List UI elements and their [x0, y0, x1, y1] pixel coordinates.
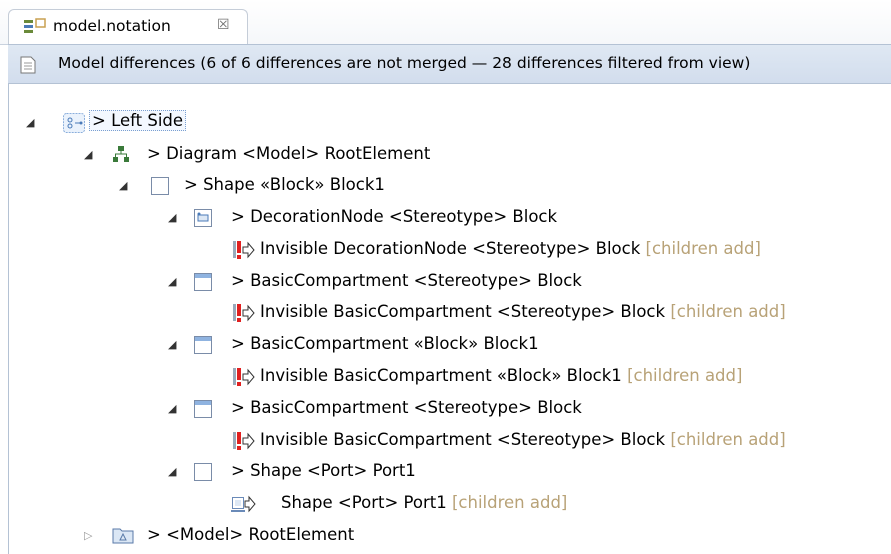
shape-icon — [150, 176, 170, 200]
tree-item-decoration-node[interactable]: ◢ > DecorationNode <Stereotype> Block — [9, 203, 891, 233]
close-icon[interactable]: ☒ — [217, 17, 230, 33]
tree-item-shape-port1[interactable]: ◢ > Shape <Port> Port1 — [9, 457, 891, 487]
tree-item-difference[interactable]: Invisible BasicCompartment <Stereotype> … — [9, 298, 891, 328]
tree-item-left-side[interactable]: ◢ > Left Side — [9, 108, 891, 138]
tree-item-difference[interactable]: Shape <Port> Port1 [children add] — [9, 489, 891, 519]
expand-toggle-icon[interactable]: ◢ — [119, 179, 127, 192]
tree-item-label: > Shape «Block» Block1 — [184, 175, 385, 194]
differences-tree[interactable]: ◢ > Left Side ◢ > Diagram <Model> RootEl… — [8, 84, 891, 554]
tree-item-model-root[interactable]: ▷ > <Model> RootElement — [9, 521, 891, 551]
tree-item-label: > BasicCompartment <Stereotype> Block — [231, 398, 582, 417]
editor-tab-bar: model.notation ☒ — [0, 0, 891, 45]
tree-item-label: > Left Side — [89, 110, 187, 131]
difference-kind: [children add] — [645, 239, 761, 258]
model-differences-header: Model differences (6 of 6 differences ar… — [8, 44, 891, 84]
conflict-add-icon — [233, 303, 255, 327]
expand-toggle-icon[interactable]: ◢ — [168, 402, 176, 415]
expand-toggle-icon[interactable]: ◢ — [168, 275, 176, 288]
difference-kind: [children add] — [627, 366, 743, 385]
tree-item-label: Invisible DecorationNode <Stereotype> Bl… — [260, 239, 761, 258]
expand-toggle-icon[interactable]: ◢ — [168, 338, 176, 351]
compartment-icon — [193, 272, 213, 296]
tree-item-basic-compartment[interactable]: ◢ > BasicCompartment «Block» Block1 — [9, 330, 891, 360]
tree-item-label: > BasicCompartment «Block» Block1 — [231, 334, 539, 353]
difference-kind: [children add] — [670, 302, 786, 321]
tree-item-label: Invisible BasicCompartment <Stereotype> … — [260, 302, 786, 321]
expand-toggle-icon[interactable]: ◢ — [168, 465, 176, 478]
conflict-add-icon — [233, 431, 255, 455]
shape-add-icon — [231, 494, 257, 518]
tree-item-difference[interactable]: Invisible DecorationNode <Stereotype> Bl… — [9, 235, 891, 265]
tree-item-label: Shape <Port> Port1 [children add] — [281, 493, 568, 512]
tree-item-label: > Shape <Port> Port1 — [231, 461, 416, 480]
conflict-add-icon — [233, 367, 255, 391]
difference-kind: [children add] — [451, 493, 568, 512]
tree-item-diagram[interactable]: ◢ > Diagram <Model> RootElement — [9, 140, 891, 170]
tab-model-notation[interactable]: model.notation ☒ — [8, 9, 248, 44]
diagram-icon — [112, 145, 130, 167]
difference-kind: [children add] — [670, 430, 786, 449]
expand-toggle-icon[interactable]: ◢ — [84, 148, 92, 161]
document-icon — [20, 56, 36, 78]
tree-item-label: > <Model> RootElement — [147, 525, 355, 544]
decoration-node-icon — [193, 208, 213, 232]
tree-item-basic-compartment[interactable]: ◢ > BasicCompartment <Stereotype> Block — [9, 394, 891, 424]
shape-icon — [193, 462, 213, 486]
model-icon — [112, 526, 134, 548]
conflict-add-icon — [233, 240, 255, 264]
tree-item-label: > Diagram <Model> RootElement — [147, 144, 431, 163]
differences-summary: Model differences (6 of 6 differences ar… — [58, 54, 751, 72]
collapse-toggle-icon[interactable]: ▷ — [84, 529, 92, 542]
match-icon — [63, 113, 85, 137]
tab-title: model.notation — [53, 17, 171, 35]
tree-item-shape-block1[interactable]: ◢ > Shape «Block» Block1 — [9, 171, 891, 201]
expand-toggle-icon[interactable]: ◢ — [26, 116, 34, 129]
compartment-icon — [193, 335, 213, 359]
compare-editor-icon — [23, 18, 47, 36]
compartment-icon — [193, 399, 213, 423]
tree-item-basic-compartment[interactable]: ◢ > BasicCompartment <Stereotype> Block — [9, 267, 891, 297]
tree-item-label: > BasicCompartment <Stereotype> Block — [231, 271, 582, 290]
tree-item-label: Invisible BasicCompartment «Block» Block… — [260, 366, 743, 385]
tree-item-difference[interactable]: Invisible BasicCompartment <Stereotype> … — [9, 426, 891, 456]
expand-toggle-icon[interactable]: ◢ — [168, 211, 176, 224]
tree-item-label: Invisible BasicCompartment <Stereotype> … — [260, 430, 786, 449]
tree-item-difference[interactable]: Invisible BasicCompartment «Block» Block… — [9, 362, 891, 392]
tree-item-label: > DecorationNode <Stereotype> Block — [231, 207, 558, 226]
